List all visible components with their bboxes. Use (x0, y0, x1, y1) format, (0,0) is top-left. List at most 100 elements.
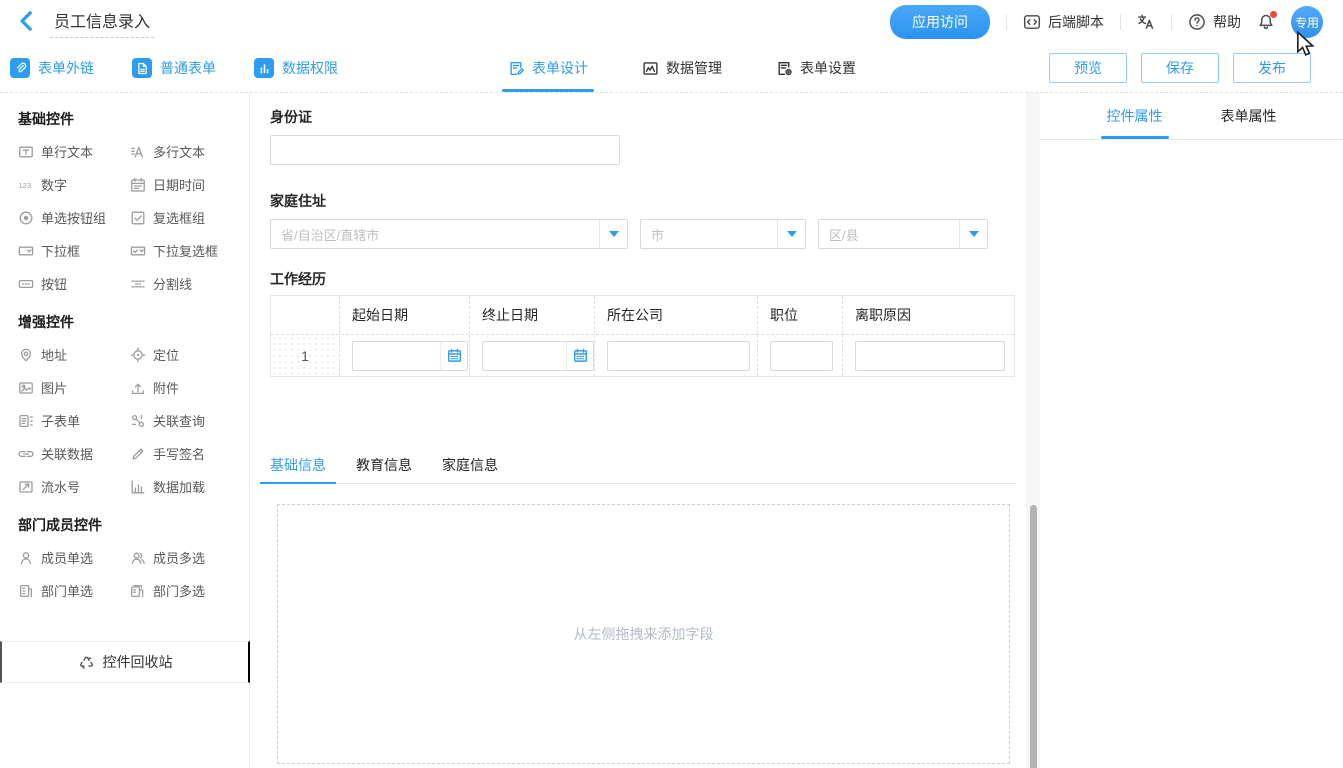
main-area: 基础控件 单行文本 多行文本 123数字 日期时间 单选按钮组 复选框组 下拉框… (0, 93, 1343, 768)
work-history-table: 起始日期 终止日期 所在公司 职位 离职原因 1 (270, 295, 1015, 377)
id-card-input[interactable] (270, 135, 620, 165)
widget-member-multi[interactable]: 成员多选 (130, 541, 242, 574)
widget-member-single[interactable]: 成员单选 (18, 541, 130, 574)
page-title[interactable]: 员工信息录入 (50, 6, 154, 38)
properties-tabs: 控件属性 表单属性 (1040, 93, 1343, 140)
widget-button[interactable]: 按钮 (18, 267, 130, 300)
reason-input[interactable] (855, 341, 1005, 371)
widget-multiselect[interactable]: 下拉复选框 (130, 234, 242, 267)
number-icon: 123 (18, 177, 34, 193)
col-header-reason: 离职原因 (843, 296, 1015, 334)
widget-assoc-data[interactable]: 关联数据 (18, 437, 130, 470)
backend-script-button[interactable]: 后端脚本 (1023, 12, 1104, 32)
data-load-icon (130, 479, 146, 495)
widget-sidebar: 基础控件 单行文本 多行文本 123数字 日期时间 单选按钮组 复选框组 下拉框… (0, 93, 250, 768)
tab-form-properties[interactable]: 表单属性 (1221, 93, 1277, 139)
canvas-scrollbar-thumb[interactable] (1030, 505, 1037, 768)
position-input[interactable] (770, 341, 833, 371)
widget-image[interactable]: 图片 (18, 371, 130, 404)
field-label-id-card: 身份证 (270, 107, 1016, 127)
publish-button[interactable]: 发布 (1233, 53, 1311, 83)
datetime-icon (130, 177, 146, 193)
widget-serial[interactable]: 流水号 (18, 470, 130, 503)
widget-text-multi[interactable]: 多行文本 (130, 135, 242, 168)
save-button[interactable]: 保存 (1141, 53, 1219, 83)
province-select[interactable]: 省/自治区/直辖市 (270, 219, 628, 249)
section-title-enhanced: 增强控件 (18, 312, 249, 332)
widget-number[interactable]: 123数字 (18, 168, 130, 201)
member-multi-icon (130, 550, 146, 566)
toolbar-left-group: 表单外链 普通表单 数据权限 (10, 58, 338, 78)
widget-grid-enhanced: 地址 定位 图片 附件 子表单 关联查询 关联数据 手写签名 流水号 数据加载 (18, 338, 249, 503)
assoc-data-icon (18, 446, 34, 462)
widget-signature[interactable]: 手写签名 (130, 437, 242, 470)
normal-form-label: 普通表单 (160, 58, 216, 78)
normal-form-button[interactable]: 普通表单 (132, 58, 216, 78)
drop-zone[interactable]: 从左侧拖拽来添加字段 (277, 504, 1010, 764)
work-table-row: 1 (271, 334, 1014, 376)
widget-divider[interactable]: 分割线 (130, 267, 242, 300)
widget-datetime[interactable]: 日期时间 (130, 168, 242, 201)
widget-dept-multi[interactable]: 部门多选 (130, 574, 242, 607)
document-icon (132, 58, 152, 78)
caret-down-icon (787, 231, 797, 237)
help-label: 帮助 (1213, 12, 1241, 32)
widget-attachment[interactable]: 附件 (130, 371, 242, 404)
tab-education-info[interactable]: 教育信息 (356, 447, 412, 483)
widget-checkbox-group[interactable]: 复选框组 (130, 201, 242, 234)
data-permission-button[interactable]: 数据权限 (254, 58, 338, 78)
widget-data-load[interactable]: 数据加载 (130, 470, 242, 503)
form-external-link-label: 表单外链 (38, 58, 94, 78)
col-header-index (271, 296, 340, 334)
tab-form-settings[interactable]: 表单设置 (776, 44, 856, 92)
widget-grid-members: 成员单选 成员多选 部门单选 部门多选 (18, 541, 249, 607)
form-external-link-button[interactable]: 表单外链 (10, 58, 94, 78)
widget-subform[interactable]: 子表单 (18, 404, 130, 437)
help-button[interactable]: 帮助 (1188, 12, 1241, 32)
col-header-start-date: 起始日期 (340, 296, 470, 334)
translate-button[interactable] (1137, 13, 1155, 31)
widget-address[interactable]: 地址 (18, 338, 130, 371)
widget-select[interactable]: 下拉框 (18, 234, 130, 267)
widget-radio-group[interactable]: 单选按钮组 (18, 201, 130, 234)
tab-family-info[interactable]: 家庭信息 (442, 447, 498, 483)
city-select[interactable]: 市 (640, 219, 806, 249)
end-date-picker[interactable] (482, 341, 594, 371)
canvas-scrollbar-track[interactable] (1026, 93, 1040, 768)
form-settings-icon (776, 60, 793, 77)
address-selects-row: 省/自治区/直辖市 市 区/县 (270, 219, 1016, 249)
preview-button[interactable]: 预览 (1049, 53, 1127, 83)
widget-assoc-query[interactable]: 关联查询 (130, 404, 242, 437)
work-table-header: 起始日期 终止日期 所在公司 职位 离职原因 (271, 296, 1014, 334)
tab-widget-properties[interactable]: 控件属性 (1107, 93, 1163, 139)
radio-group-icon (18, 210, 34, 226)
app-access-button[interactable]: 应用访问 (890, 5, 990, 39)
widget-locate[interactable]: 定位 (130, 338, 242, 371)
question-icon (1188, 13, 1206, 31)
start-date-picker[interactable] (352, 341, 468, 371)
dept-single-icon (18, 583, 34, 599)
tab-form-settings-label: 表单设置 (800, 58, 856, 78)
company-input[interactable] (607, 341, 750, 371)
form-canvas: 身份证 家庭住址 省/自治区/直辖市 市 区/县 工作经历 (250, 93, 1040, 768)
start-date-cell (340, 335, 470, 376)
widget-grid-basic: 单行文本 多行文本 123数字 日期时间 单选按钮组 复选框组 下拉框 下拉复选… (18, 135, 249, 300)
calendar-icon (566, 342, 593, 370)
caret-down-icon (969, 231, 979, 237)
district-select[interactable]: 区/县 (818, 219, 988, 249)
widget-dept-single[interactable]: 部门单选 (18, 574, 130, 607)
tab-data-manage[interactable]: 数据管理 (642, 44, 722, 92)
widget-recycle-bin[interactable]: 控件回收站 (0, 641, 250, 683)
image-icon (18, 380, 34, 396)
back-button[interactable] (14, 9, 40, 35)
reason-cell (843, 335, 1015, 376)
tab-form-design[interactable]: 表单设计 (508, 44, 588, 92)
section-title-basic: 基础控件 (18, 109, 249, 129)
info-tabs: 基础信息 教育信息 家庭信息 (270, 447, 1016, 484)
widget-text-single[interactable]: 单行文本 (18, 135, 130, 168)
page-title-text: 员工信息录入 (54, 14, 150, 31)
tab-basic-info[interactable]: 基础信息 (270, 447, 326, 483)
col-header-company: 所在公司 (595, 296, 758, 334)
user-badge[interactable]: 专用 (1291, 6, 1323, 38)
notification-bell-button[interactable] (1257, 13, 1275, 31)
